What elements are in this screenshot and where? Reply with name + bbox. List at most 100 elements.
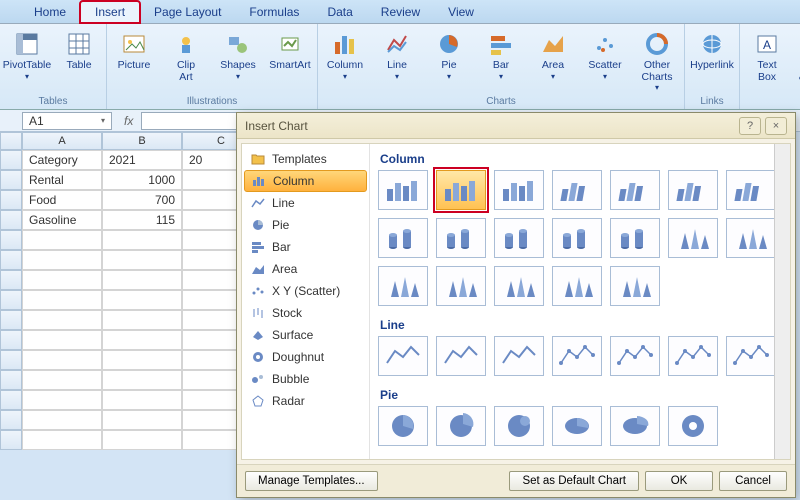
tab-view[interactable]: View — [434, 2, 488, 23]
cell[interactable]: Food — [22, 190, 102, 210]
cell[interactable] — [102, 350, 182, 370]
tab-page-layout[interactable]: Page Layout — [140, 2, 235, 23]
gallery-scrollbar[interactable] — [774, 144, 790, 459]
other-charts-button[interactable]: Other Charts▾ — [634, 26, 680, 92]
chart-type-templates[interactable]: Templates — [242, 148, 369, 170]
cell[interactable] — [102, 310, 182, 330]
row-header[interactable] — [0, 310, 22, 330]
row-header[interactable] — [0, 170, 22, 190]
chart-subtype-thumb[interactable] — [552, 336, 602, 376]
cell[interactable]: Category — [22, 150, 102, 170]
chart-subtype-thumb[interactable] — [726, 218, 776, 258]
set-default-chart-button[interactable]: Set as Default Chart — [509, 471, 639, 491]
close-button[interactable]: × — [765, 117, 787, 135]
chart-subtype-thumb[interactable] — [436, 266, 486, 306]
chart-type-column[interactable]: Column — [244, 170, 367, 192]
cell[interactable] — [22, 250, 102, 270]
chart-type-bar[interactable]: Bar — [242, 236, 369, 258]
chart-subtype-thumb[interactable] — [494, 406, 544, 446]
chart-subtype-thumb[interactable] — [552, 266, 602, 306]
ok-button[interactable]: OK — [645, 471, 713, 491]
smartart-button[interactable]: SmartArt — [267, 26, 313, 72]
chart-subtype-thumb[interactable] — [668, 406, 718, 446]
pivottable-button[interactable]: PivotTable▾ — [4, 26, 50, 81]
chart-subtype-thumb[interactable] — [610, 266, 660, 306]
chart-type-radar[interactable]: Radar — [242, 390, 369, 412]
chart-subtype-thumb[interactable] — [436, 218, 486, 258]
row-header[interactable] — [0, 190, 22, 210]
cell[interactable]: 2021 — [102, 150, 182, 170]
cell[interactable] — [22, 350, 102, 370]
chart-subtype-thumb[interactable] — [378, 266, 428, 306]
cell[interactable] — [22, 390, 102, 410]
chart-subtype-thumb[interactable] — [726, 336, 776, 376]
row-header[interactable] — [0, 350, 22, 370]
chart-type-area[interactable]: Area — [242, 258, 369, 280]
row-header[interactable] — [0, 330, 22, 350]
cell[interactable]: 700 — [102, 190, 182, 210]
picture-button[interactable]: Picture — [111, 26, 157, 72]
chart-subtype-thumb[interactable] — [494, 336, 544, 376]
row-header[interactable] — [0, 370, 22, 390]
cell[interactable]: 1000 — [102, 170, 182, 190]
chart-subtype-thumb[interactable] — [668, 218, 718, 258]
headerfooter-button[interactable]: Header & Footer — [796, 26, 800, 83]
chart-subtype-thumb[interactable] — [494, 266, 544, 306]
cell[interactable]: Rental — [22, 170, 102, 190]
chart-subtype-thumb[interactable] — [552, 170, 602, 210]
cell[interactable] — [22, 330, 102, 350]
cell[interactable] — [102, 410, 182, 430]
row-header[interactable] — [0, 210, 22, 230]
cell[interactable]: 115 — [102, 210, 182, 230]
pie-chart-button[interactable]: Pie▾ — [426, 26, 472, 81]
chart-subtype-thumb[interactable] — [610, 336, 660, 376]
row-header[interactable] — [0, 410, 22, 430]
row-header[interactable] — [0, 290, 22, 310]
tab-formulas[interactable]: Formulas — [235, 2, 313, 23]
tab-review[interactable]: Review — [367, 2, 434, 23]
chart-type-surface[interactable]: Surface — [242, 324, 369, 346]
chart-subtype-thumb[interactable] — [436, 406, 486, 446]
cell[interactable] — [102, 230, 182, 250]
chart-subtype-thumb[interactable] — [610, 218, 660, 258]
cancel-button[interactable]: Cancel — [719, 471, 787, 491]
dialog-titlebar[interactable]: Insert Chart ? × — [237, 113, 795, 139]
cell[interactable] — [22, 290, 102, 310]
cell[interactable] — [102, 330, 182, 350]
cell[interactable] — [102, 250, 182, 270]
chart-subtype-thumb[interactable] — [436, 336, 486, 376]
row-header[interactable] — [0, 150, 22, 170]
manage-templates-button[interactable]: Manage Templates... — [245, 471, 378, 491]
chart-type-line[interactable]: Line — [242, 192, 369, 214]
chart-subtype-thumb[interactable] — [436, 170, 486, 210]
chart-subtype-thumb[interactable] — [552, 218, 602, 258]
col-header-b[interactable]: B — [102, 132, 182, 150]
col-header-a[interactable]: A — [22, 132, 102, 150]
scatter-chart-button[interactable]: Scatter▾ — [582, 26, 628, 81]
chart-subtype-thumb[interactable] — [378, 218, 428, 258]
cell[interactable] — [22, 370, 102, 390]
bar-chart-button[interactable]: Bar▾ — [478, 26, 524, 81]
name-box[interactable]: A1▾ — [22, 112, 112, 130]
chart-subtype-thumb[interactable] — [494, 218, 544, 258]
cell[interactable] — [102, 390, 182, 410]
chart-subtype-thumb[interactable] — [610, 170, 660, 210]
cell[interactable] — [22, 430, 102, 450]
cell[interactable] — [102, 270, 182, 290]
chart-subtype-thumb[interactable] — [378, 336, 428, 376]
cell[interactable] — [102, 290, 182, 310]
cell[interactable] — [102, 370, 182, 390]
cell[interactable] — [22, 410, 102, 430]
area-chart-button[interactable]: Area▾ — [530, 26, 576, 81]
cell[interactable]: Gasoline — [22, 210, 102, 230]
chart-type-bubble[interactable]: Bubble — [242, 368, 369, 390]
chart-type-x-y-scatter-[interactable]: X Y (Scatter) — [242, 280, 369, 302]
table-button[interactable]: Table — [56, 26, 102, 72]
select-all-corner[interactable] — [0, 132, 22, 150]
line-chart-button[interactable]: Line▾ — [374, 26, 420, 81]
chart-subtype-thumb[interactable] — [610, 406, 660, 446]
chart-subtype-thumb[interactable] — [726, 170, 776, 210]
clipart-button[interactable]: Clip Art — [163, 26, 209, 83]
chart-subtype-thumb[interactable] — [668, 336, 718, 376]
chart-subtype-thumb[interactable] — [668, 170, 718, 210]
